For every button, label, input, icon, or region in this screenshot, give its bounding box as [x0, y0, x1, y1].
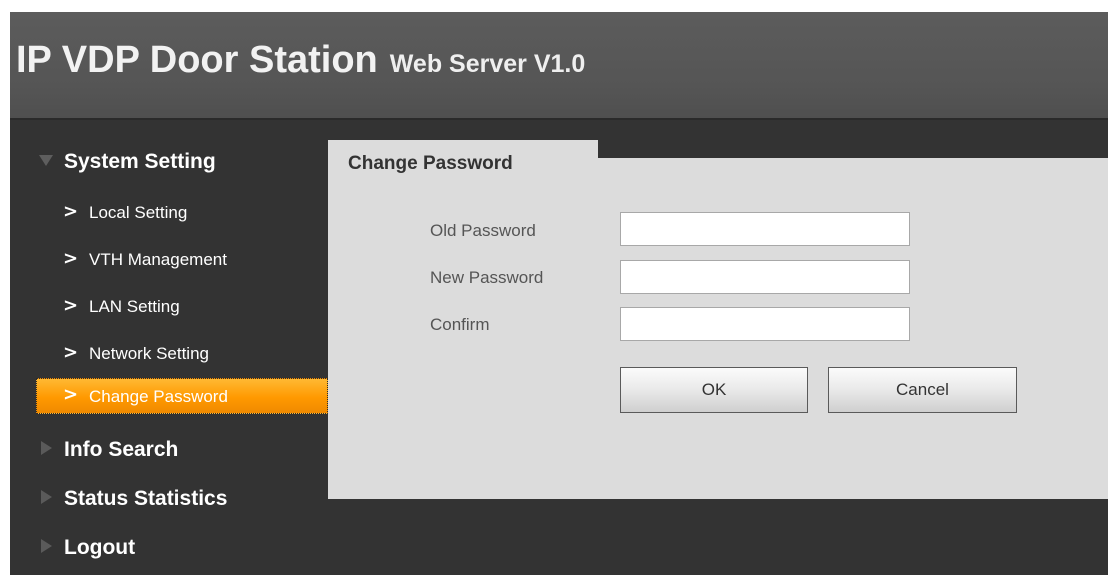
- sidebar-item-lan-setting[interactable]: > LAN Setting: [10, 290, 332, 324]
- tab-label: Change Password: [348, 153, 513, 174]
- sidebar-section-label: Status Statistics: [64, 487, 228, 510]
- header-bar: IP VDP Door Station Web Server V1.0: [10, 12, 1108, 120]
- app-title-version: Web Server V1.0: [389, 50, 586, 78]
- sidebar-item-local-setting[interactable]: > Local Setting: [10, 196, 332, 230]
- sidebar-section-logout[interactable]: Logout: [10, 526, 332, 568]
- old-password-field[interactable]: [620, 212, 910, 246]
- tab-change-password[interactable]: Change Password: [328, 140, 598, 186]
- app-title: IP VDP Door Station Web Server V1.0: [16, 39, 585, 82]
- triangle-down-icon: [39, 155, 53, 166]
- triangle-right-icon: [41, 490, 52, 504]
- new-password-label: New Password: [430, 268, 544, 287]
- sidebar-section-info-search[interactable]: Info Search: [10, 428, 332, 470]
- sidebar-section-status-statistics[interactable]: Status Statistics: [10, 477, 332, 519]
- confirm-password-field[interactable]: [620, 307, 910, 341]
- sidebar-item-vth-management[interactable]: > VTH Management: [10, 243, 332, 277]
- new-password-field[interactable]: [620, 260, 910, 294]
- chevron-right-icon: >: [63, 295, 79, 316]
- ok-button[interactable]: OK: [620, 367, 808, 413]
- triangle-right-icon: [41, 441, 52, 455]
- sidebar-item-label: Change Password: [89, 387, 228, 406]
- sidebar-item-label: VTH Management: [89, 250, 227, 269]
- old-password-label: Old Password: [430, 221, 536, 240]
- sidebar-section-label: Info Search: [64, 438, 179, 461]
- chevron-right-icon: >: [63, 342, 79, 363]
- chevron-right-icon: >: [63, 201, 79, 222]
- app-title-main: IP VDP Door Station: [16, 39, 378, 81]
- chevron-right-icon: >: [63, 384, 79, 405]
- app-window: IP VDP Door Station Web Server V1.0 Syste…: [10, 12, 1108, 575]
- sidebar-section-label: System Setting: [64, 150, 216, 173]
- sidebar-section-label: Logout: [64, 536, 136, 559]
- sidebar-item-change-password[interactable]: > Change Password: [36, 378, 328, 414]
- sidebar-item-label: Network Setting: [89, 344, 209, 363]
- triangle-right-icon: [41, 539, 52, 553]
- sidebar-item-network-setting[interactable]: > Network Setting: [10, 337, 332, 371]
- chevron-right-icon: >: [63, 248, 79, 269]
- sidebar-item-label: Local Setting: [89, 203, 188, 222]
- cancel-button[interactable]: Cancel: [828, 367, 1017, 413]
- sidebar-section-system-setting[interactable]: System Setting: [10, 140, 332, 182]
- sidebar-item-label: LAN Setting: [89, 297, 180, 316]
- confirm-password-label: Confirm: [430, 315, 490, 334]
